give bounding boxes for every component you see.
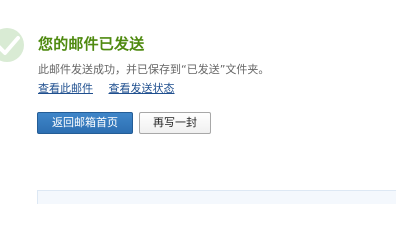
mail-sent-page: 您的邮件已发送 此邮件发送成功，并已保存到“已发送”文件夹。 查看此邮件 查看发… xyxy=(0,0,396,204)
view-mail-link[interactable]: 查看此邮件 xyxy=(38,82,93,95)
mail-links: 查看此邮件 查看发送状态 xyxy=(38,80,175,96)
back-to-inbox-button[interactable]: 返回邮箱首页 xyxy=(37,112,133,134)
view-send-status-link[interactable]: 查看发送状态 xyxy=(109,82,175,95)
success-description: 此邮件发送成功，并已保存到“已发送”文件夹。 xyxy=(38,63,270,76)
check-circle-icon xyxy=(0,28,24,62)
write-another-button[interactable]: 再写一封 xyxy=(139,112,211,134)
success-title: 您的邮件已发送 xyxy=(38,35,145,53)
bottom-info-panel xyxy=(37,190,396,204)
